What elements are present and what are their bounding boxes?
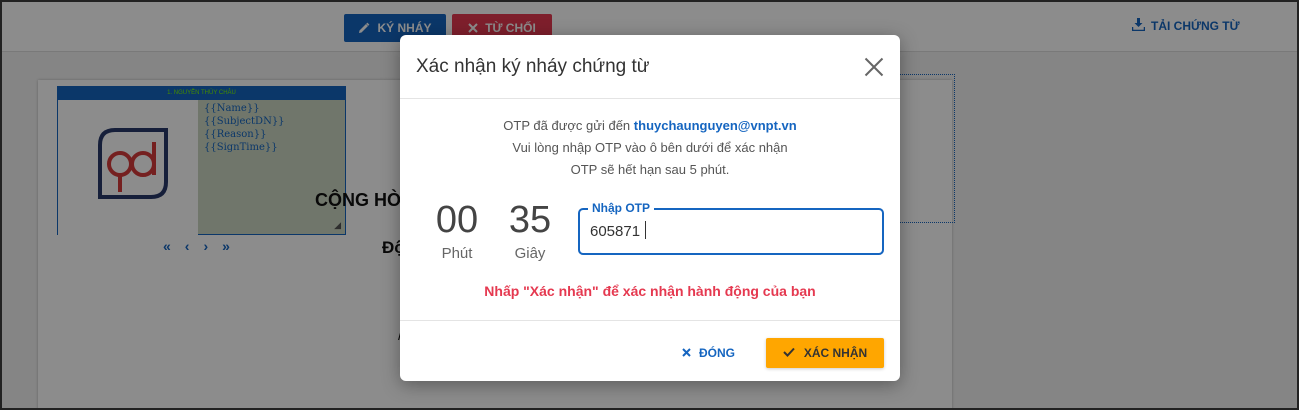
otp-info-instruction: Vui lòng nhập OTP vào ô bên dưới để xác … [512,140,788,155]
app-frame: KÝ NHÁY TỪ CHỐI TẢI CHỨNG TỪ 1. NGUYỄN T… [0,0,1299,410]
check-icon [783,346,795,360]
otp-info: OTP đã được gửi đến thuychaunguyen@vnpt.… [400,115,900,181]
close-dialog-label: ĐÓNG [699,346,735,360]
otp-dialog: Xác nhận ký nháy chứng từ OTP đã được gử… [400,35,900,381]
close-dialog-button[interactable]: ĐÓNG [682,339,735,367]
times-icon [682,346,691,360]
dialog-header: Xác nhận ký nháy chứng từ [400,35,900,99]
close-icon[interactable] [864,57,884,77]
dialog-body: OTP đã được gửi đến thuychaunguyen@vnpt.… [400,100,900,320]
text-cursor [645,221,646,239]
countdown-timer: 00 Phút 35 Giây [433,198,554,262]
otp-email: thuychaunguyen@vnpt.vn [633,118,797,133]
dialog-title: Xác nhận ký nháy chứng từ [416,55,650,77]
timer-seconds-label: Giây [514,245,546,262]
otp-info-expiry: OTP sẽ hết hạn sau 5 phút. [570,162,730,177]
confirm-button[interactable]: XÁC NHẬN [766,338,884,368]
timer-minutes: 00 Phút [433,198,481,262]
otp-field-label: Nhập OTP [588,201,655,215]
otp-field[interactable]: Nhập OTP [578,201,884,255]
timer-minutes-value: 00 [435,199,479,241]
dialog-footer: ĐÓNG XÁC NHẬN [400,320,900,381]
otp-info-prefix: OTP đã được gửi đến [503,118,631,133]
timer-seconds: 35 Giây [506,198,554,262]
timer-minutes-label: Phút [441,245,473,262]
timer-seconds-value: 35 [508,199,552,241]
confirm-hint: Nhấp "Xác nhận" để xác nhận hành động củ… [484,283,816,299]
confirm-button-label: XÁC NHẬN [803,346,868,360]
otp-input[interactable] [590,219,870,243]
